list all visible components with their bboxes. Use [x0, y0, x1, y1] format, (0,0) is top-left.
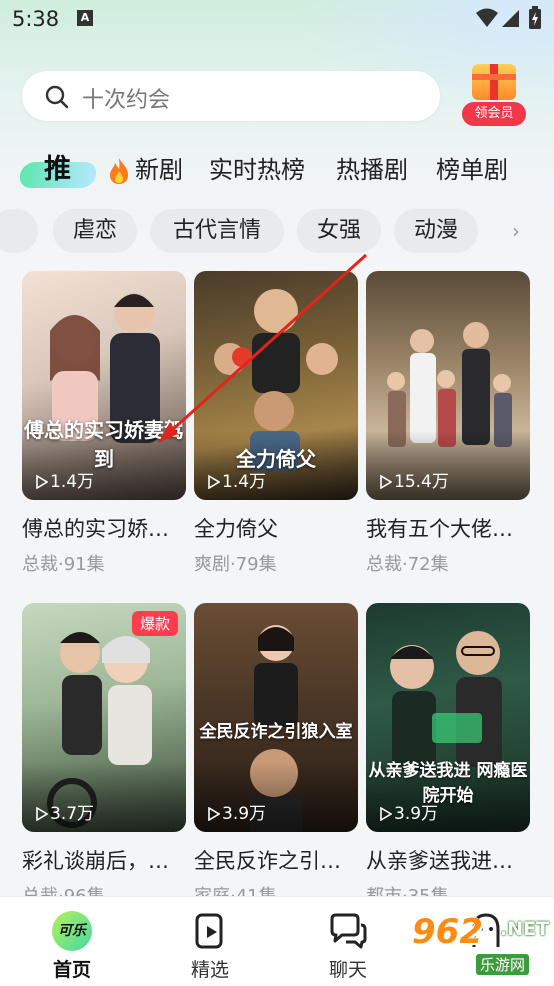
watermark-suffix: .NET [500, 918, 550, 940]
nav-home[interactable]: 可乐 首页 [22, 897, 122, 986]
nav-label: 首页 [52, 959, 91, 981]
nav-chat[interactable]: 聊天 [298, 897, 398, 986]
nav-featured[interactable]: 精选 [160, 897, 260, 986]
watermark-number: 962 [412, 912, 483, 952]
app-logo-icon: 可乐 [52, 911, 92, 951]
play-card-icon [195, 913, 223, 949]
nav-label: 精选 [190, 959, 229, 981]
annotation-arrow [158, 253, 368, 443]
site-watermark: 962 .NET 乐游网 [412, 912, 552, 984]
watermark-site-name: 乐游网 [476, 954, 530, 975]
chat-bubbles-icon [330, 913, 367, 949]
nav-label: 聊天 [328, 959, 367, 981]
